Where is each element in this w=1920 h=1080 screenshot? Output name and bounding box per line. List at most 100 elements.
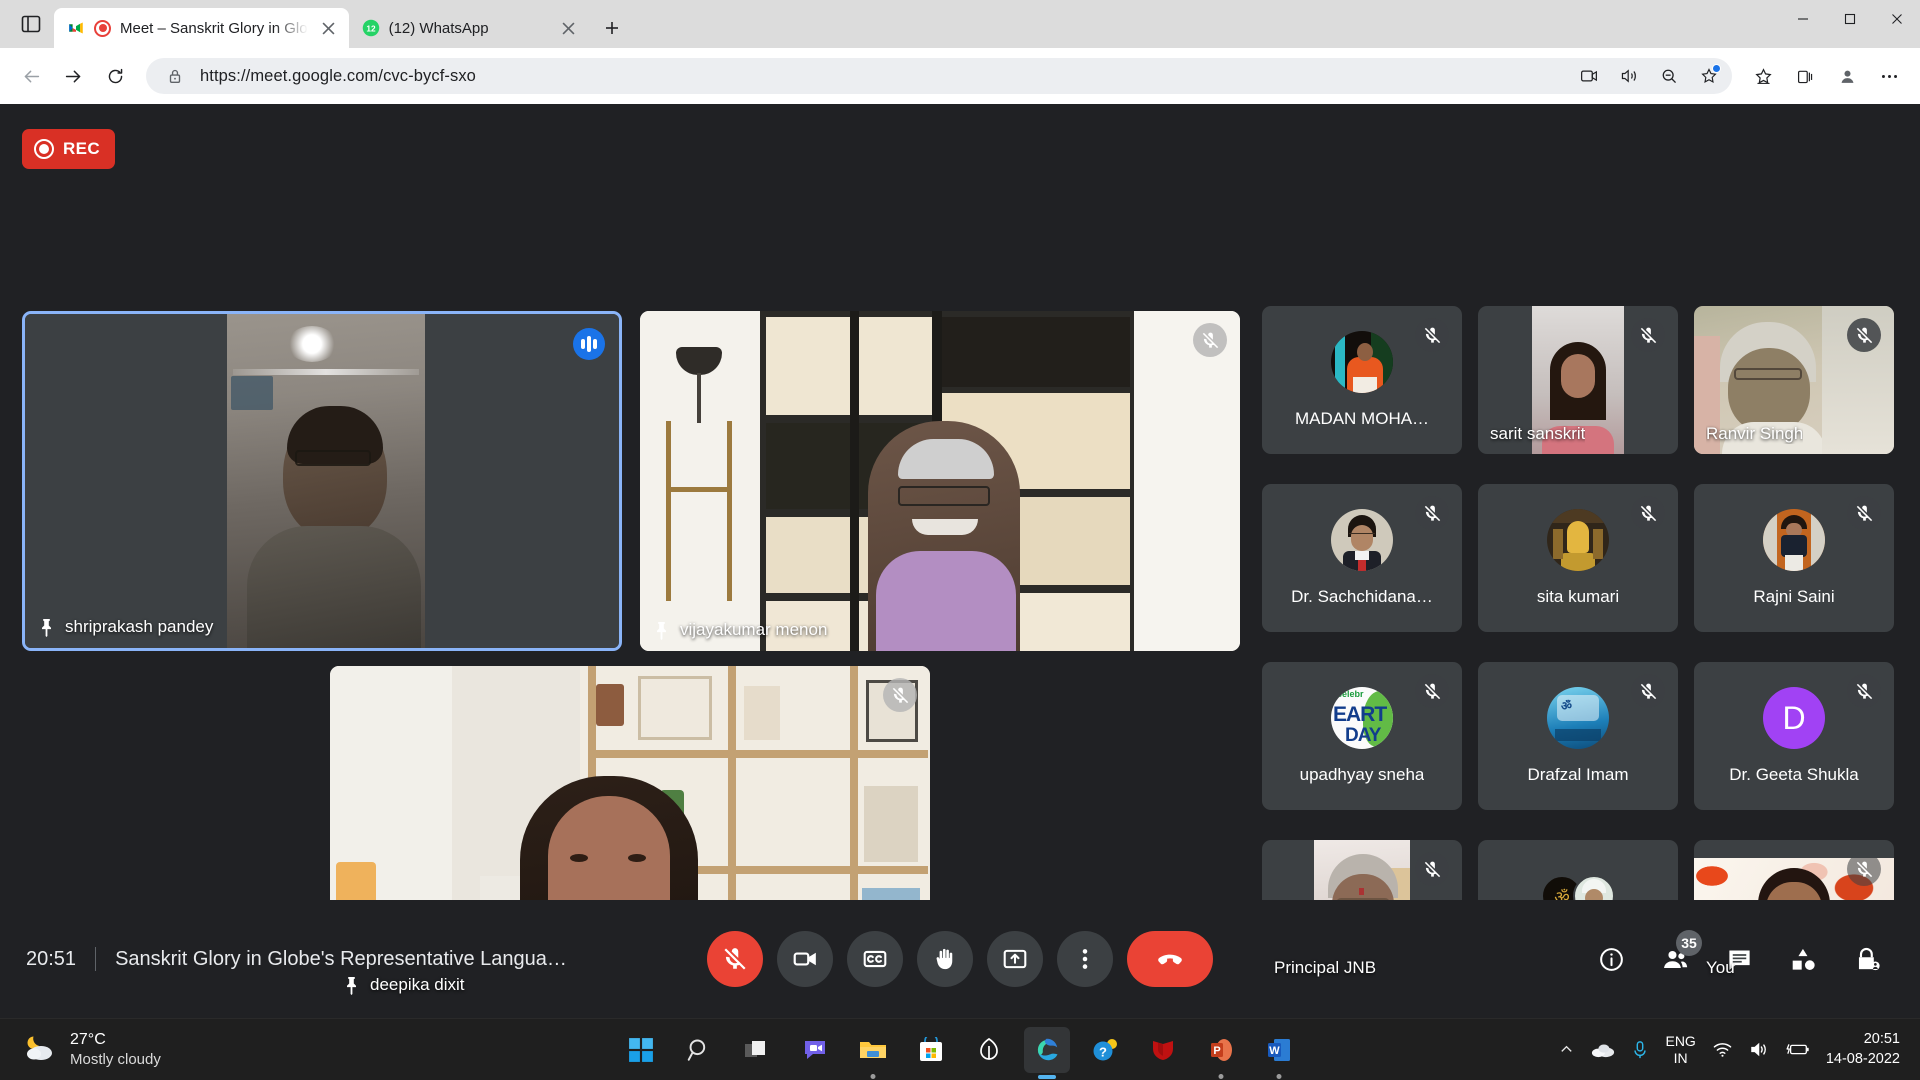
settings-and-more-button[interactable] (1870, 57, 1908, 95)
mic-off-icon (1631, 318, 1665, 352)
browser-toolbar: https://meet.google.com/cvc-bycf-sxo (0, 48, 1920, 104)
activities-button[interactable] (1776, 932, 1830, 986)
captions-button[interactable] (847, 931, 903, 987)
raise-hand-button[interactable] (917, 931, 973, 987)
mic-off-icon (1631, 496, 1665, 530)
google-meet-page: REC s (0, 104, 1920, 1018)
zoom-out-icon[interactable] (1654, 61, 1684, 91)
new-tab-button[interactable] (595, 11, 629, 45)
meeting-info: 20:51 Sanskrit Glory in Globe's Represen… (26, 947, 567, 971)
more-options-button[interactable] (1057, 931, 1113, 987)
language-indicator[interactable]: ENG IN (1665, 1033, 1695, 1066)
tab-overview-button[interactable] (8, 1, 54, 47)
meeting-details-button[interactable] (1584, 932, 1638, 986)
moon-cloud-icon (24, 1032, 58, 1067)
running-indicator (1219, 1074, 1224, 1079)
weather-text: 27°C Mostly cloudy (70, 1030, 161, 1070)
close-window-button[interactable] (1873, 0, 1920, 38)
participant-name-text: sarit sanskrit (1490, 424, 1585, 444)
participant-name-text: Dr. Geeta Shukla (1729, 765, 1858, 785)
participant-tile-upadhyay-sneha[interactable]: celebr EART DAY upadhyay sneha (1262, 662, 1462, 810)
collections-button[interactable] (1786, 57, 1824, 95)
tab-meet[interactable]: Meet – Sanskrit Glory in Glo (54, 8, 349, 48)
task-view-button[interactable] (734, 1027, 780, 1073)
mic-off-icon (1415, 496, 1449, 530)
media-cast-icon[interactable] (1574, 61, 1604, 91)
video-feed (640, 311, 1240, 651)
tab-title: Meet – Sanskrit Glory in Glo (120, 20, 308, 37)
participant-tile-dr-sachchidanand[interactable]: Dr. Sachchidana… (1262, 484, 1462, 632)
running-indicator (1277, 1074, 1282, 1079)
host-controls-button[interactable] (1840, 932, 1894, 986)
participant-tile-drafzal-imam[interactable]: ॐ Drafzal Imam (1478, 662, 1678, 810)
language-primary: ENG (1665, 1033, 1695, 1050)
windows-taskbar: 27°C Mostly cloudy (0, 1018, 1920, 1080)
avatar (1547, 509, 1609, 571)
show-hidden-icons-icon[interactable] (1558, 1041, 1575, 1058)
present-screen-button[interactable] (987, 931, 1043, 987)
leave-call-button[interactable] (1127, 931, 1213, 987)
add-favorite-icon[interactable] (1694, 61, 1724, 91)
read-aloud-icon[interactable] (1614, 61, 1644, 91)
avatar (1763, 509, 1825, 571)
participant-tile-ranvir-singh[interactable]: Ranvir Singh (1694, 306, 1894, 454)
meeting-time: 20:51 (26, 948, 76, 971)
onedrive-icon[interactable] (1591, 1041, 1615, 1058)
participant-name-text: MADAN MOHA… (1295, 409, 1429, 429)
mcafee-button[interactable] (1140, 1027, 1186, 1073)
camera-button[interactable] (777, 931, 833, 987)
mic-off-icon (1847, 318, 1881, 352)
profile-avatar[interactable] (1828, 57, 1866, 95)
close-icon[interactable] (557, 16, 581, 40)
volume-icon[interactable] (1749, 1041, 1770, 1058)
edge-browser-button[interactable] (1024, 1027, 1070, 1073)
word-button[interactable]: W (1256, 1027, 1302, 1073)
video-tile-vijayakumar-menon[interactable]: vijayakumar menon (640, 311, 1240, 651)
participant-tile-dr-geeta-shukla[interactable]: D Dr. Geeta Shukla (1694, 662, 1894, 810)
mic-off-icon (1847, 496, 1881, 530)
participant-name-text: vijayakumar menon (680, 620, 827, 640)
microphone-icon[interactable] (1631, 1040, 1649, 1060)
svg-text:P: P (1213, 1045, 1220, 1057)
weather-widget[interactable]: 27°C Mostly cloudy (0, 1030, 161, 1070)
system-tray: ENG IN 20:51 14-08-2022 (1558, 1030, 1920, 1069)
url-text: https://meet.google.com/cvc-bycf-sxo (200, 67, 1564, 86)
start-button[interactable] (618, 1027, 664, 1073)
participant-tile-rajni-saini[interactable]: Rajni Saini (1694, 484, 1894, 632)
powerpoint-button[interactable]: P (1198, 1027, 1244, 1073)
participant-name-text: Drafzal Imam (1527, 765, 1628, 785)
video-stage: shriprakash pandey (0, 184, 1920, 900)
participant-name-text: sita kumari (1537, 587, 1619, 607)
address-bar[interactable]: https://meet.google.com/cvc-bycf-sxo (146, 58, 1732, 94)
forward-button[interactable] (54, 57, 92, 95)
favorites-button[interactable] (1744, 57, 1782, 95)
video-tile-shriprakash-pandey[interactable]: shriprakash pandey (22, 311, 622, 651)
participant-name-text: upadhyay sneha (1300, 765, 1425, 785)
clock[interactable]: 20:51 14-08-2022 (1826, 1030, 1900, 1069)
avatar: celebr EART DAY (1331, 687, 1393, 749)
teams-chat-button[interactable] (792, 1027, 838, 1073)
microphone-off-button[interactable] (707, 931, 763, 987)
minimize-button[interactable] (1779, 0, 1826, 38)
avatar-initial: D (1782, 700, 1805, 737)
maximize-button[interactable] (1826, 0, 1873, 38)
file-explorer-button[interactable] (850, 1027, 896, 1073)
show-everyone-button[interactable]: 35 (1648, 932, 1702, 986)
participant-tile-madan-mohan[interactable]: MADAN MOHA… (1262, 306, 1462, 454)
call-controls (707, 931, 1213, 987)
reload-button[interactable] (96, 57, 134, 95)
search-button[interactable] (676, 1027, 722, 1073)
tab-whatsapp[interactable]: 12 (12) WhatsApp (349, 8, 589, 48)
participant-count-badge: 35 (1676, 930, 1702, 956)
wifi-icon[interactable] (1712, 1041, 1733, 1058)
get-help-button[interactable]: ? (1082, 1027, 1128, 1073)
microsoft-store-button[interactable] (908, 1027, 954, 1073)
speaking-indicator-icon (573, 328, 605, 360)
close-icon[interactable] (317, 16, 341, 40)
back-button[interactable] (12, 57, 50, 95)
battery-charging-icon[interactable] (1786, 1042, 1810, 1057)
participant-tile-sita-kumari[interactable]: sita kumari (1478, 484, 1678, 632)
participant-tile-sarit-sanskrit[interactable]: sarit sanskrit (1478, 306, 1678, 454)
leaf-app-button[interactable] (966, 1027, 1012, 1073)
clock-time: 20:51 (1826, 1030, 1900, 1050)
